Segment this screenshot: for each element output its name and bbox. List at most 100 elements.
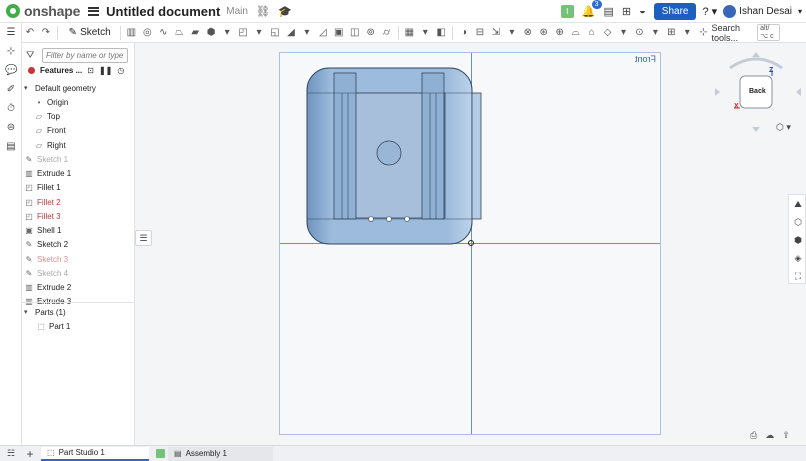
split-icon[interactable]: ⊟ xyxy=(475,27,485,38)
display-states-icon[interactable]: ◈ xyxy=(792,252,804,264)
search-tools-button[interactable]: Search tools... alt/⌥ c xyxy=(712,23,780,43)
bill-of-materials-icon[interactable]: ▤ xyxy=(5,141,17,153)
pattern-icon[interactable]: ▦ xyxy=(404,27,414,38)
add-custom-feature-icon[interactable]: ⊹ xyxy=(698,27,708,38)
tree-item-sketch-2[interactable]: ✎ Sketch 2 xyxy=(24,238,137,252)
undo-icon[interactable]: ↶ xyxy=(25,27,35,38)
export-icon[interactable]: ⇪ xyxy=(782,430,790,441)
redo-icon[interactable]: ↷ xyxy=(41,27,51,38)
mate-connector-icon[interactable]: ⊙ xyxy=(634,27,644,38)
move-face-icon[interactable]: ⊛ xyxy=(539,27,549,38)
variable-icon[interactable]: ⊞ xyxy=(666,27,676,38)
parts-group[interactable]: ▾ Parts (1) xyxy=(24,305,137,319)
tree-item-fillet-2[interactable]: ◰ Fillet 2 xyxy=(24,195,137,209)
share-button[interactable]: Share xyxy=(653,2,697,20)
offset-surface-icon[interactable]: ⌓ xyxy=(571,27,581,38)
tree-item-sketch-4[interactable]: ✎ Sketch 4 xyxy=(24,266,137,280)
cylinder-icon[interactable]: ⌭ xyxy=(382,27,392,38)
pause-icon[interactable]: ❚❚ xyxy=(99,66,112,75)
tree-item-sketch-3[interactable]: ✎ Sketch 3 xyxy=(24,252,137,266)
tree-item-extrude-1[interactable]: ▥ Extrude 1 xyxy=(24,167,137,181)
rollback-icon[interactable]: ⊡ xyxy=(87,66,94,75)
filter-input[interactable] xyxy=(42,48,128,63)
onshape-logo[interactable]: onshape xyxy=(6,3,80,19)
dropdown-icon[interactable]: ▾ xyxy=(507,27,517,38)
tree-item-front[interactable]: ▱ Front xyxy=(34,124,147,138)
tree-item-default-geometry[interactable]: ▾ Default geometry xyxy=(24,81,137,95)
help-icon[interactable]: ? ▾ xyxy=(702,5,717,18)
notifications-bell-icon[interactable]: 🔔 3 xyxy=(582,0,602,18)
part-model[interactable] xyxy=(280,53,662,436)
comments-icon[interactable]: 💬 xyxy=(5,65,17,77)
plane-icon[interactable]: ◇ xyxy=(603,27,613,38)
feature-list-icon[interactable]: ☰ xyxy=(5,27,17,39)
properties-icon[interactable]: ✐ xyxy=(5,84,17,96)
document-list-icon[interactable]: ▤ xyxy=(604,5,614,18)
parts-icon[interactable]: ⊹ xyxy=(5,46,17,58)
tree-item-fillet-3[interactable]: ◰ Fillet 3 xyxy=(24,209,137,223)
filter-icon[interactable]: ⛛ xyxy=(26,50,38,61)
features-header-label[interactable]: Features ... xyxy=(40,66,82,75)
fillet-icon[interactable]: ◰ xyxy=(238,27,248,38)
mirror-icon[interactable]: ◧ xyxy=(436,27,446,38)
tree-item-top[interactable]: ▱ Top xyxy=(34,110,147,124)
graphics-viewport[interactable]: Front xyxy=(279,52,661,435)
chamfer-icon[interactable]: ◱ xyxy=(270,27,280,38)
print-icon[interactable]: ⎙ xyxy=(750,430,757,441)
learning-center-icon[interactable]: ◒ xyxy=(639,5,646,17)
loft-icon[interactable]: ⏢ xyxy=(174,27,184,38)
boolean-icon[interactable]: ◑ xyxy=(459,27,469,38)
dropdown-icon[interactable]: ▾ xyxy=(254,27,264,38)
sketch-button[interactable]: ✎ Sketch xyxy=(69,27,111,38)
tree-item-shell-1[interactable]: ▣ Shell 1 xyxy=(24,224,137,238)
revolve-icon[interactable]: ◎ xyxy=(142,27,152,38)
appearance-icon[interactable]: ⛰ xyxy=(792,198,804,210)
avatar[interactable] xyxy=(723,4,737,18)
view-cube[interactable]: Z X Back ⬡ ▾ xyxy=(712,52,802,136)
user-name[interactable]: Ishan Desai xyxy=(739,6,792,17)
extrude-icon[interactable]: ▥ xyxy=(126,27,136,38)
collapse-panel-button[interactable]: ☰ xyxy=(135,230,152,246)
transform-icon[interactable]: ⇲ xyxy=(491,27,501,38)
view-options-icon[interactable]: ⬡ ▾ xyxy=(776,122,791,133)
add-tab-icon[interactable]: + xyxy=(22,447,38,461)
history-icon[interactable]: ⏱ xyxy=(5,103,17,115)
tree-item-sketch-1[interactable]: ✎ Sketch 1 xyxy=(24,152,137,166)
app-store-icon[interactable]: ⊞ xyxy=(622,5,631,18)
chevron-down-icon[interactable]: ▾ xyxy=(798,7,802,16)
sweep-icon[interactable]: ∿ xyxy=(158,27,168,38)
tree-item-extrude-2[interactable]: ▥ Extrude 2 xyxy=(24,281,137,295)
tab-part-studio-1[interactable]: ⬚ Part Studio 1 xyxy=(41,446,149,461)
dropdown-icon[interactable]: ▾ xyxy=(619,27,629,38)
render-mode-icon[interactable]: ⬡ xyxy=(792,216,804,228)
tree-item-fillet-1[interactable]: ◰ Fillet 1 xyxy=(24,181,137,195)
cloud-icon[interactable]: ☁ xyxy=(765,430,774,441)
tab-assembly-1[interactable]: ▤ Assembly 1 xyxy=(168,446,273,461)
sheet-metal-icon[interactable]: ⌂ xyxy=(587,27,597,38)
dropdown-icon[interactable]: ▾ xyxy=(650,27,660,38)
enclose-icon[interactable]: ⬢ xyxy=(206,27,216,38)
thicken-icon[interactable]: ▰ xyxy=(190,27,200,38)
named-views-icon[interactable]: ⛶ xyxy=(792,270,804,282)
part-item[interactable]: ⬚ Part 1 xyxy=(36,319,149,333)
tree-item-origin[interactable]: • Origin xyxy=(34,95,147,109)
dropdown-icon[interactable]: ▾ xyxy=(302,27,312,38)
document-title[interactable]: Untitled document xyxy=(106,4,220,19)
rib-icon[interactable]: ◿ xyxy=(318,27,328,38)
tab-manager-icon[interactable]: ☵ xyxy=(0,448,22,459)
graduation-cap-icon[interactable]: 🎓 xyxy=(278,5,292,18)
section-view-icon[interactable]: ⬢ xyxy=(792,234,804,246)
hamburger-menu-icon[interactable] xyxy=(88,6,100,16)
delete-part-icon[interactable]: ⊗ xyxy=(523,27,533,38)
draft-icon[interactable]: ◢ xyxy=(286,27,296,38)
shell-icon[interactable]: ▣ xyxy=(334,27,344,38)
link-icon[interactable]: ⛓ xyxy=(256,5,270,18)
tree-item-right[interactable]: ▱ Right xyxy=(34,138,147,152)
dropdown-icon[interactable]: ▾ xyxy=(682,27,692,38)
dropdown-icon[interactable]: ▾ xyxy=(222,27,232,38)
measure-icon[interactable]: ⊜ xyxy=(5,122,17,134)
thread-icon[interactable]: ⊚ xyxy=(366,27,376,38)
dropdown-icon[interactable]: ▾ xyxy=(420,27,430,38)
hole-icon[interactable]: ◫ xyxy=(350,27,360,38)
replace-face-icon[interactable]: ⊕ xyxy=(555,27,565,38)
